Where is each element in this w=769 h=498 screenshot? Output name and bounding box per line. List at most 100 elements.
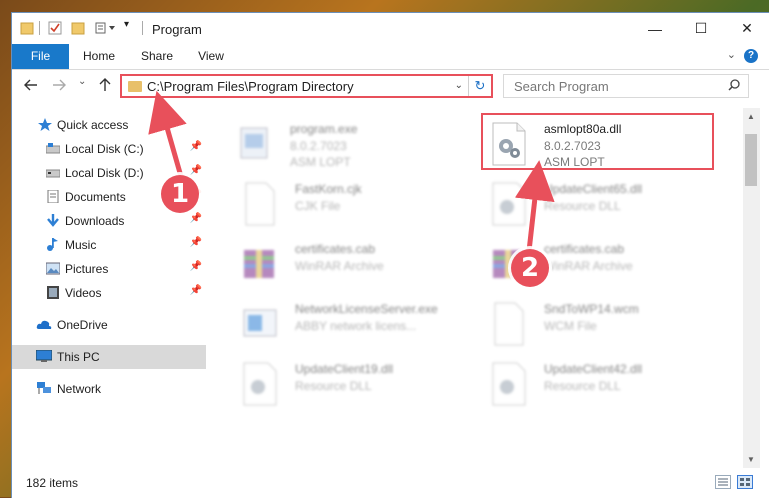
nav-label: Downloads <box>65 214 125 228</box>
new-folder-icon[interactable] <box>71 21 85 35</box>
search-box[interactable]: Search Program <box>503 74 749 98</box>
nav-label: Documents <box>65 190 126 204</box>
address-row: ⌄ C:\Program Files\Program Directory ⌄ ↻… <box>12 70 769 103</box>
forward-arrow-icon[interactable] <box>52 78 66 95</box>
address-path[interactable]: C:\Program Files\Program Directory <box>147 79 354 94</box>
nav-item-music[interactable]: Music 📌 <box>12 234 206 256</box>
cloud-icon <box>36 318 52 331</box>
callout-badge-1: 1 <box>161 175 199 213</box>
pin-icon[interactable]: 📌 <box>190 261 202 272</box>
nav-label: Quick access <box>57 118 129 132</box>
file-name: certificates.cab <box>295 242 376 256</box>
pin-icon[interactable]: 📌 <box>190 165 202 176</box>
large-icons-view-icon[interactable] <box>737 475 753 489</box>
file-icon <box>242 182 278 226</box>
pin-icon[interactable]: 📌 <box>190 237 202 248</box>
explorer-window: ▾ Program — ☐ ✕ File Home Share View ⌄ ?… <box>11 12 769 498</box>
recent-locations-icon[interactable]: ⌄ <box>78 76 86 87</box>
scrollbar-thumb[interactable] <box>745 134 757 186</box>
file-detail: Resource DLL <box>295 379 372 393</box>
tab-view[interactable]: View <box>188 44 234 69</box>
help-icon[interactable]: ? <box>744 49 758 63</box>
file-item[interactable]: certificates.cab WinRAR Archive <box>242 238 482 292</box>
search-icon[interactable] <box>728 79 740 94</box>
file-detail: WinRAR Archive <box>295 259 384 273</box>
refresh-icon[interactable]: ↻ <box>468 76 491 96</box>
highlight-box <box>481 113 714 170</box>
file-detail: Resource DLL <box>544 199 621 213</box>
pin-icon[interactable]: 📌 <box>190 141 202 152</box>
file-item[interactable]: UpdateClient42.dll Resource DLL <box>491 358 731 412</box>
exe-icon <box>242 302 278 346</box>
folder-icon <box>128 81 142 92</box>
details-view-icon[interactable] <box>715 475 731 489</box>
nav-label: Videos <box>65 286 102 300</box>
address-bar[interactable]: C:\Program Files\Program Directory ⌄ ↻ <box>120 74 493 98</box>
status-bar: 182 items <box>12 468 769 498</box>
drive-icon <box>45 166 61 179</box>
file-detail: ABBY network licens... <box>295 319 417 333</box>
file-detail: 8.0.2.7023 <box>290 139 347 153</box>
file-detail: ASM LOPT <box>290 155 351 169</box>
scroll-up-icon[interactable]: ▲ <box>747 112 755 121</box>
dll-icon <box>242 362 278 406</box>
folder-icon <box>20 21 34 35</box>
music-icon <box>46 238 60 251</box>
customize-toolbar-icon[interactable] <box>95 21 119 35</box>
file-item[interactable]: NetworkLicenseServer.exe ABBY network li… <box>242 298 482 352</box>
maximize-button[interactable]: ☐ <box>678 13 724 44</box>
address-dropdown-icon[interactable]: ⌄ <box>455 80 463 91</box>
file-name: UpdateClient65.dll <box>544 182 643 196</box>
pin-icon[interactable]: 📌 <box>190 285 202 296</box>
computer-icon <box>35 349 53 363</box>
file-item[interactable]: program.exe 8.0.2.7023 ASM LOPT <box>237 118 477 172</box>
properties-icon[interactable] <box>48 21 62 35</box>
nav-item-this-pc[interactable]: This PC <box>12 345 206 369</box>
item-count: 182 items <box>26 476 79 490</box>
nav-label: This PC <box>57 350 100 364</box>
up-arrow-icon[interactable] <box>98 78 112 95</box>
file-name: NetworkLicenseServer.exe <box>295 302 438 316</box>
nav-item-videos[interactable]: Videos 📌 <box>12 282 206 304</box>
scroll-down-icon[interactable]: ▼ <box>747 455 755 464</box>
nav-item-pictures[interactable]: Pictures 📌 <box>12 258 206 280</box>
file-item[interactable]: FastKorn.cjk CJK File <box>242 178 482 232</box>
vertical-scrollbar[interactable]: ▲ ▼ <box>743 108 760 468</box>
file-item[interactable]: SndToWP14.wcm WCM File <box>491 298 731 352</box>
file-name: SndToWP14.wcm <box>544 302 639 316</box>
nav-label: Pictures <box>65 262 109 276</box>
nav-quick-access[interactable]: Quick access <box>12 114 206 136</box>
nav-item-downloads[interactable]: Downloads 📌 <box>12 210 206 232</box>
documents-icon <box>46 189 60 204</box>
nav-item-local-disk-c[interactable]: Local Disk (C:) 📌 <box>12 138 206 160</box>
divider <box>39 21 40 35</box>
file-name: UpdateClient19.dll <box>295 362 394 376</box>
tab-file[interactable]: File <box>12 44 69 69</box>
videos-icon <box>46 286 60 299</box>
expand-ribbon-icon[interactable]: ⌄ <box>727 48 736 61</box>
window-title: Program <box>152 22 202 37</box>
nav-label: Local Disk (D:) <box>65 166 144 180</box>
pictures-icon <box>45 262 61 275</box>
nav-item-onedrive[interactable]: OneDrive <box>12 314 206 336</box>
minimize-button[interactable]: — <box>632 13 678 44</box>
nav-item-network[interactable]: Network <box>12 378 206 400</box>
archive-icon <box>242 242 278 286</box>
pin-icon[interactable]: 📌 <box>190 213 202 224</box>
file-item[interactable]: UpdateClient65.dll Resource DLL <box>491 178 731 232</box>
tab-home[interactable]: Home <box>74 44 124 69</box>
file-list: program.exe 8.0.2.7023 ASM LOPT asmlopt8… <box>207 108 742 468</box>
tab-share[interactable]: Share <box>132 44 182 69</box>
divider <box>142 21 143 35</box>
callout-badge-2: 2 <box>511 249 549 287</box>
close-button[interactable]: ✕ <box>724 13 769 44</box>
navigation-pane: Quick access Local Disk (C:) 📌 Local Dis… <box>12 108 206 468</box>
title-bar: ▾ Program — ☐ ✕ <box>12 13 769 44</box>
file-detail: WCM File <box>544 319 597 333</box>
file-name: certificates.cab <box>544 242 625 256</box>
file-item[interactable]: UpdateClient19.dll Resource DLL <box>242 358 482 412</box>
search-input[interactable]: Search Program <box>514 79 609 94</box>
exe-icon <box>237 122 273 166</box>
quick-access-dropdown-icon[interactable]: ▾ <box>124 19 129 30</box>
back-arrow-icon[interactable] <box>24 78 38 95</box>
